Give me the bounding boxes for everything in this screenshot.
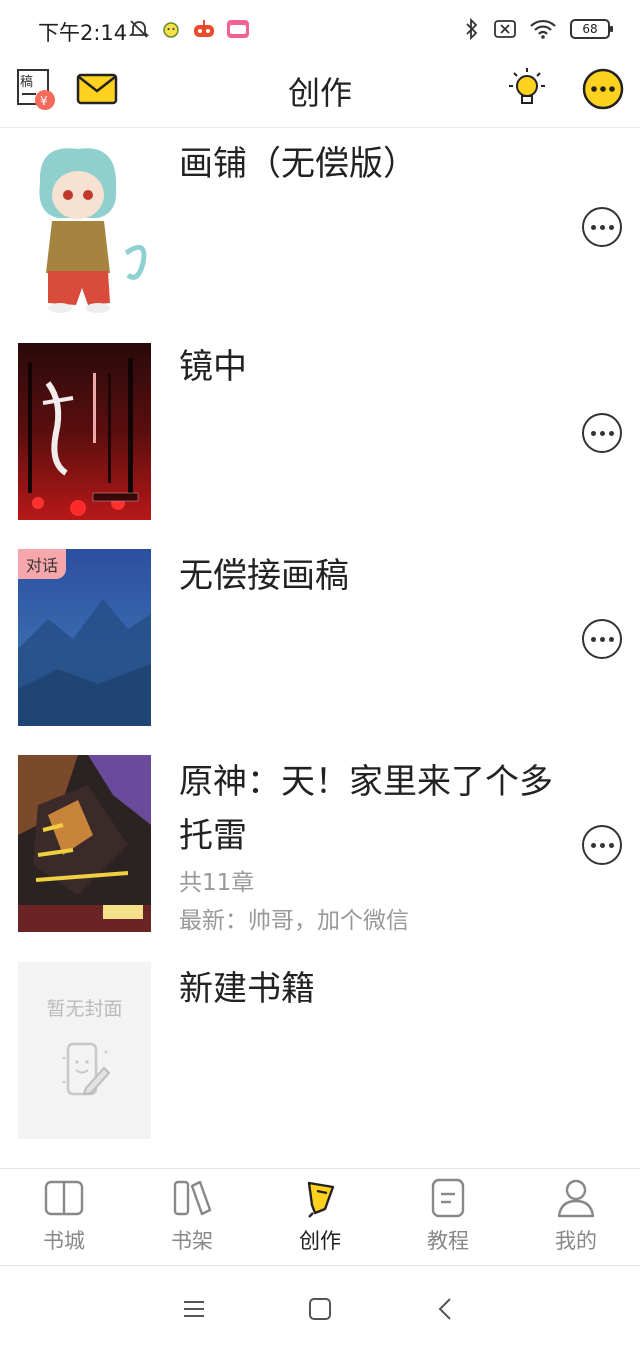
status-system-icons: 68 (464, 18, 613, 40)
status-bar: 下午2:14 68 (0, 0, 640, 60)
new-book-item[interactable]: 暂无封面 新建书籍 (0, 962, 640, 1139)
tab-bookshelf[interactable]: 书架 (128, 1169, 256, 1265)
chibi-character-cover (18, 143, 151, 320)
tab-profile[interactable]: 我的 (512, 1169, 640, 1265)
book-title: 无偿接画稿 (179, 556, 349, 596)
book-item[interactable]: 镜中 (0, 343, 640, 520)
bluetooth-icon (466, 18, 478, 40)
chapter-count: 共11章 (179, 870, 255, 896)
book-more-button[interactable] (582, 207, 622, 247)
red-forest-cover (18, 343, 151, 520)
new-book-title: 新建书籍 (179, 969, 315, 1009)
book-item[interactable]: 画铺（无偿版） (0, 143, 640, 320)
book-more-button[interactable] (582, 413, 622, 453)
pen-icon (307, 1181, 335, 1218)
bookshelf-icon (173, 1180, 212, 1216)
tab-label: 教程 (427, 1229, 469, 1253)
bottom-tab-bar: 书城 书架 创作 教程 我的 (0, 1168, 640, 1266)
wifi-icon (530, 19, 556, 39)
tab-label: 我的 (555, 1229, 597, 1253)
draw-on-phone-icon (62, 1042, 111, 1096)
tab-create[interactable]: 创作 (256, 1169, 384, 1265)
tab-label: 创作 (299, 1229, 341, 1253)
lightbulb-icon (509, 68, 545, 104)
book-cover[interactable] (18, 755, 151, 932)
menu-nav-icon[interactable] (181, 1298, 207, 1320)
anime-poster-cover (18, 755, 151, 932)
battery-level: 68 (582, 22, 598, 36)
book-more-button[interactable] (582, 619, 622, 659)
dialogue-badge: 对话 (18, 549, 67, 579)
book-open-icon (44, 1180, 84, 1216)
status-notification-icons (128, 18, 250, 40)
book-more-button[interactable] (582, 825, 622, 865)
battery-indicator: 68 (570, 19, 613, 39)
inspiration-button[interactable] (504, 66, 550, 112)
header-more-button[interactable] (580, 66, 626, 112)
latest-chapter: 最新：帅哥，加个微信 (179, 908, 409, 934)
tab-label: 书架 (171, 1229, 213, 1253)
more-icon (582, 68, 624, 110)
home-nav-icon[interactable] (307, 1296, 333, 1322)
no-sim-icon (494, 20, 516, 38)
app-header: 稿 ¥ 创作 (0, 60, 640, 128)
book-title: 原神：天！家里来了个多托雷 (179, 762, 553, 856)
no-cover-label: 暂无封面 (46, 998, 123, 1020)
back-nav-icon[interactable] (433, 1296, 459, 1322)
book-cover[interactable] (18, 143, 151, 320)
system-navigation-bar (0, 1266, 640, 1351)
game-notification-icon (194, 20, 214, 37)
book-cover[interactable]: 对话 (18, 549, 151, 726)
user-icon (557, 1179, 595, 1218)
bilibili-notification-icon (227, 20, 249, 38)
tutorial-icon (431, 1178, 465, 1218)
tab-tutorial[interactable]: 教程 (384, 1169, 512, 1265)
book-item[interactable]: 原神：天！家里来了个多托雷 共11章 最新：帅哥，加个微信 (0, 755, 640, 934)
empty-cover[interactable]: 暂无封面 (18, 962, 151, 1139)
book-item[interactable]: 对话 无偿接画稿 (0, 549, 640, 726)
status-time: 下午2:14 (38, 21, 128, 45)
book-title: 镜中 (179, 347, 247, 387)
book-cover[interactable] (18, 343, 151, 520)
tab-label: 书城 (43, 1229, 85, 1253)
book-title: 画铺（无偿版） (179, 144, 417, 184)
mute-alarm-icon (128, 20, 150, 38)
tab-bookstore[interactable]: 书城 (0, 1169, 128, 1265)
app-notification-icon (163, 22, 179, 38)
